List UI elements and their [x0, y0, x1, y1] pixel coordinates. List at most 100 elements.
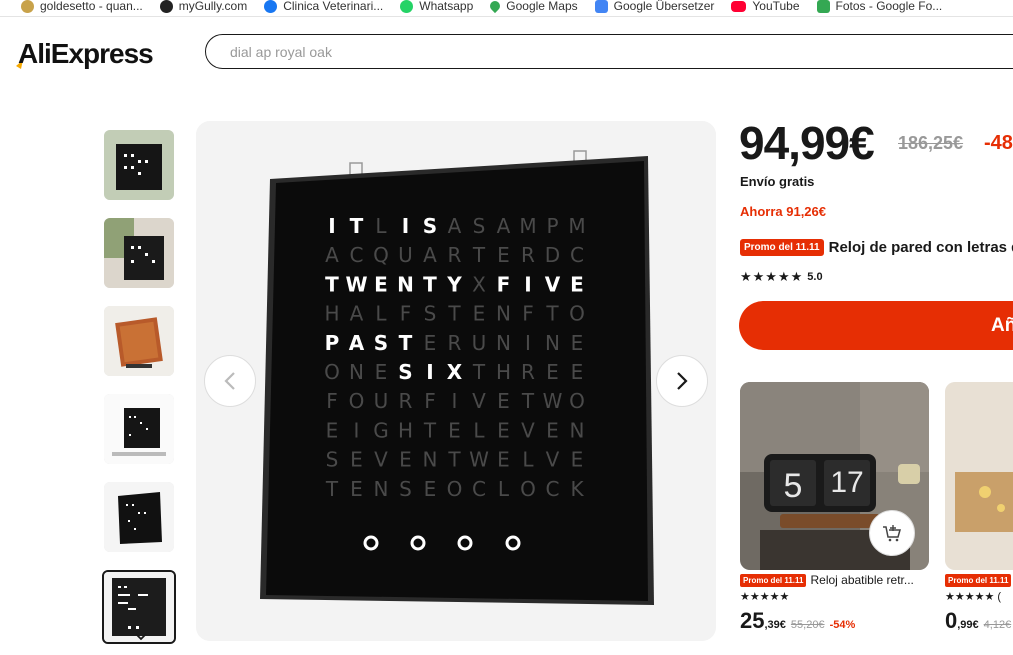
- previous-image-button[interactable]: [204, 355, 256, 407]
- clock-letter-lit: T: [399, 331, 413, 355]
- recommendation-card[interactable]: 5 17 Promo del 11.11 Reloj abatible retr…: [740, 382, 929, 634]
- page-root: goldesetto - quan... myGully.com Clinica…: [0, 0, 1013, 655]
- thumbnail-3[interactable]: [104, 306, 174, 376]
- clock-letter: C: [546, 477, 560, 501]
- clock-letter: O: [520, 477, 536, 501]
- clock-letter: F: [424, 389, 436, 413]
- recommendation-rating-row: ★★★★★ (: [945, 590, 1013, 603]
- clock-letter: E: [473, 302, 486, 326]
- clock-letter: U: [374, 389, 389, 413]
- add-to-cart-icon-button[interactable]: [869, 510, 915, 556]
- rating-row[interactable]: ★★★★★ 5.0: [740, 269, 823, 285]
- clock-letter-lit: V: [545, 272, 561, 296]
- bookmark-favicon-icon: [21, 0, 34, 13]
- clock-letter: E: [497, 418, 510, 442]
- thumbnail-2[interactable]: [104, 218, 174, 288]
- clock-letter: O: [324, 360, 340, 384]
- main-product-image: ITLISASAMPMACQUARTERDCTWENTYXFIVEHALFSTE…: [196, 121, 716, 641]
- clock-letter: E: [546, 360, 559, 384]
- clock-letter-lit: S: [398, 360, 412, 384]
- bookmark-item[interactable]: Google Maps: [488, 0, 578, 14]
- bookmark-item[interactable]: Whatsapp: [400, 0, 473, 13]
- clock-letter: W: [543, 389, 563, 413]
- clock-letter: M: [568, 214, 585, 238]
- clock-letter: C: [570, 243, 584, 267]
- aliexpress-logo-icon: AliExpress: [16, 38, 154, 69]
- clock-letter: V: [374, 448, 388, 472]
- clock-letter: P: [546, 214, 558, 238]
- clock-letter-lit: Y: [446, 272, 462, 296]
- search-input[interactable]: [206, 35, 1013, 68]
- clock-letter: I: [525, 331, 531, 355]
- svg-text:5: 5: [784, 467, 803, 505]
- title-row: Promo del 11.11 Reloj de pared con letra…: [740, 239, 1013, 256]
- clock-letter: L: [375, 302, 387, 326]
- price-integer: 0: [945, 608, 958, 633]
- clock-letter: N: [374, 477, 389, 501]
- clock-letter: V: [472, 389, 486, 413]
- clock-letter: R: [399, 389, 413, 413]
- clock-letter-lit: S: [423, 214, 437, 238]
- clock-letter: L: [498, 477, 510, 501]
- clock-letter: D: [545, 243, 560, 267]
- svg-text:17: 17: [830, 466, 863, 499]
- promo-badge: Promo del 11.11: [740, 573, 807, 587]
- chevron-down-icon[interactable]: [135, 630, 147, 644]
- clock-letter-lit: I: [328, 214, 335, 238]
- search-bar[interactable]: [205, 34, 1013, 69]
- clock-letter: E: [448, 418, 461, 442]
- recommendation-card[interactable]: Promo del 11.11 1 ★★★★★ ( 0 ,99€ 4,12€: [945, 382, 1013, 634]
- thumbnail-image: [104, 130, 174, 200]
- clock-letter: M: [519, 214, 536, 238]
- clock-letter: V: [546, 448, 560, 472]
- clock-letter-lit: A: [349, 331, 365, 355]
- clock-letter: A: [497, 214, 511, 238]
- recommendation-price-row: 25 ,39€ 55,20€ -54%: [740, 608, 929, 634]
- clock-letter: E: [497, 448, 510, 472]
- clock-letter: A: [350, 302, 364, 326]
- add-to-cart-button[interactable]: Añ: [739, 301, 1013, 350]
- clock-letter: E: [350, 448, 363, 472]
- thumbnail-5[interactable]: [104, 482, 174, 552]
- clock-letter-lit: W: [345, 272, 367, 296]
- clock-letter: T: [472, 360, 486, 384]
- discount-percent: -48: [984, 132, 1013, 154]
- bookmark-item[interactable]: YouTube: [731, 0, 800, 13]
- recommendation-title-row: Promo del 11.11 1: [945, 573, 1013, 587]
- recommendation-image[interactable]: 5 17: [740, 382, 929, 570]
- discount-percent: -54%: [829, 619, 856, 631]
- thumbnail-list: [102, 130, 178, 655]
- next-image-button[interactable]: [656, 355, 708, 407]
- svg-text:AliExpress: AliExpress: [18, 38, 153, 69]
- clock-letter: T: [325, 477, 339, 501]
- clock-letter: O: [569, 302, 585, 326]
- word-clock-image: I T L I S A S A M P MA C Q U A R T E R D CT W E N T Y X F I V EH A L F S T E…: [196, 121, 716, 641]
- clock-letter: L: [473, 418, 485, 442]
- cart-plus-icon: [883, 525, 901, 542]
- clock-letter-lit: X: [447, 360, 463, 384]
- clock-letter-lit: T: [423, 272, 437, 296]
- clock-letter: E: [571, 448, 584, 472]
- thumbnail-4[interactable]: [104, 394, 174, 464]
- aliexpress-logo[interactable]: AliExpress: [14, 36, 164, 72]
- clock-letter: N: [496, 331, 511, 355]
- clock-letter: E: [326, 418, 339, 442]
- bookmark-item[interactable]: goldesetto - quan...: [21, 0, 143, 13]
- bookmark-item[interactable]: Fotos - Google Fo...: [816, 0, 942, 13]
- clock-letter: N: [496, 302, 511, 326]
- recommendation-title[interactable]: Reloj abatible retr...: [810, 573, 913, 587]
- clock-letter-lit: T: [350, 214, 364, 238]
- current-price: 94,99€: [739, 117, 875, 169]
- clock-letter: I: [452, 389, 458, 413]
- clock-letter: R: [521, 360, 535, 384]
- bookmark-item[interactable]: Google Übersetzer: [594, 0, 714, 13]
- clock-letter: H: [324, 302, 339, 326]
- recommendation-image[interactable]: [945, 382, 1013, 570]
- clock-letter-lit: S: [374, 331, 388, 355]
- thumbnail-1[interactable]: [104, 130, 174, 200]
- clock-letter-lit: I: [402, 214, 409, 238]
- bookmark-item[interactable]: Clinica Veterinari...: [264, 0, 383, 13]
- bookmark-item[interactable]: myGully.com: [159, 0, 247, 13]
- clock-letter: E: [571, 331, 584, 355]
- clock-letter: E: [571, 360, 584, 384]
